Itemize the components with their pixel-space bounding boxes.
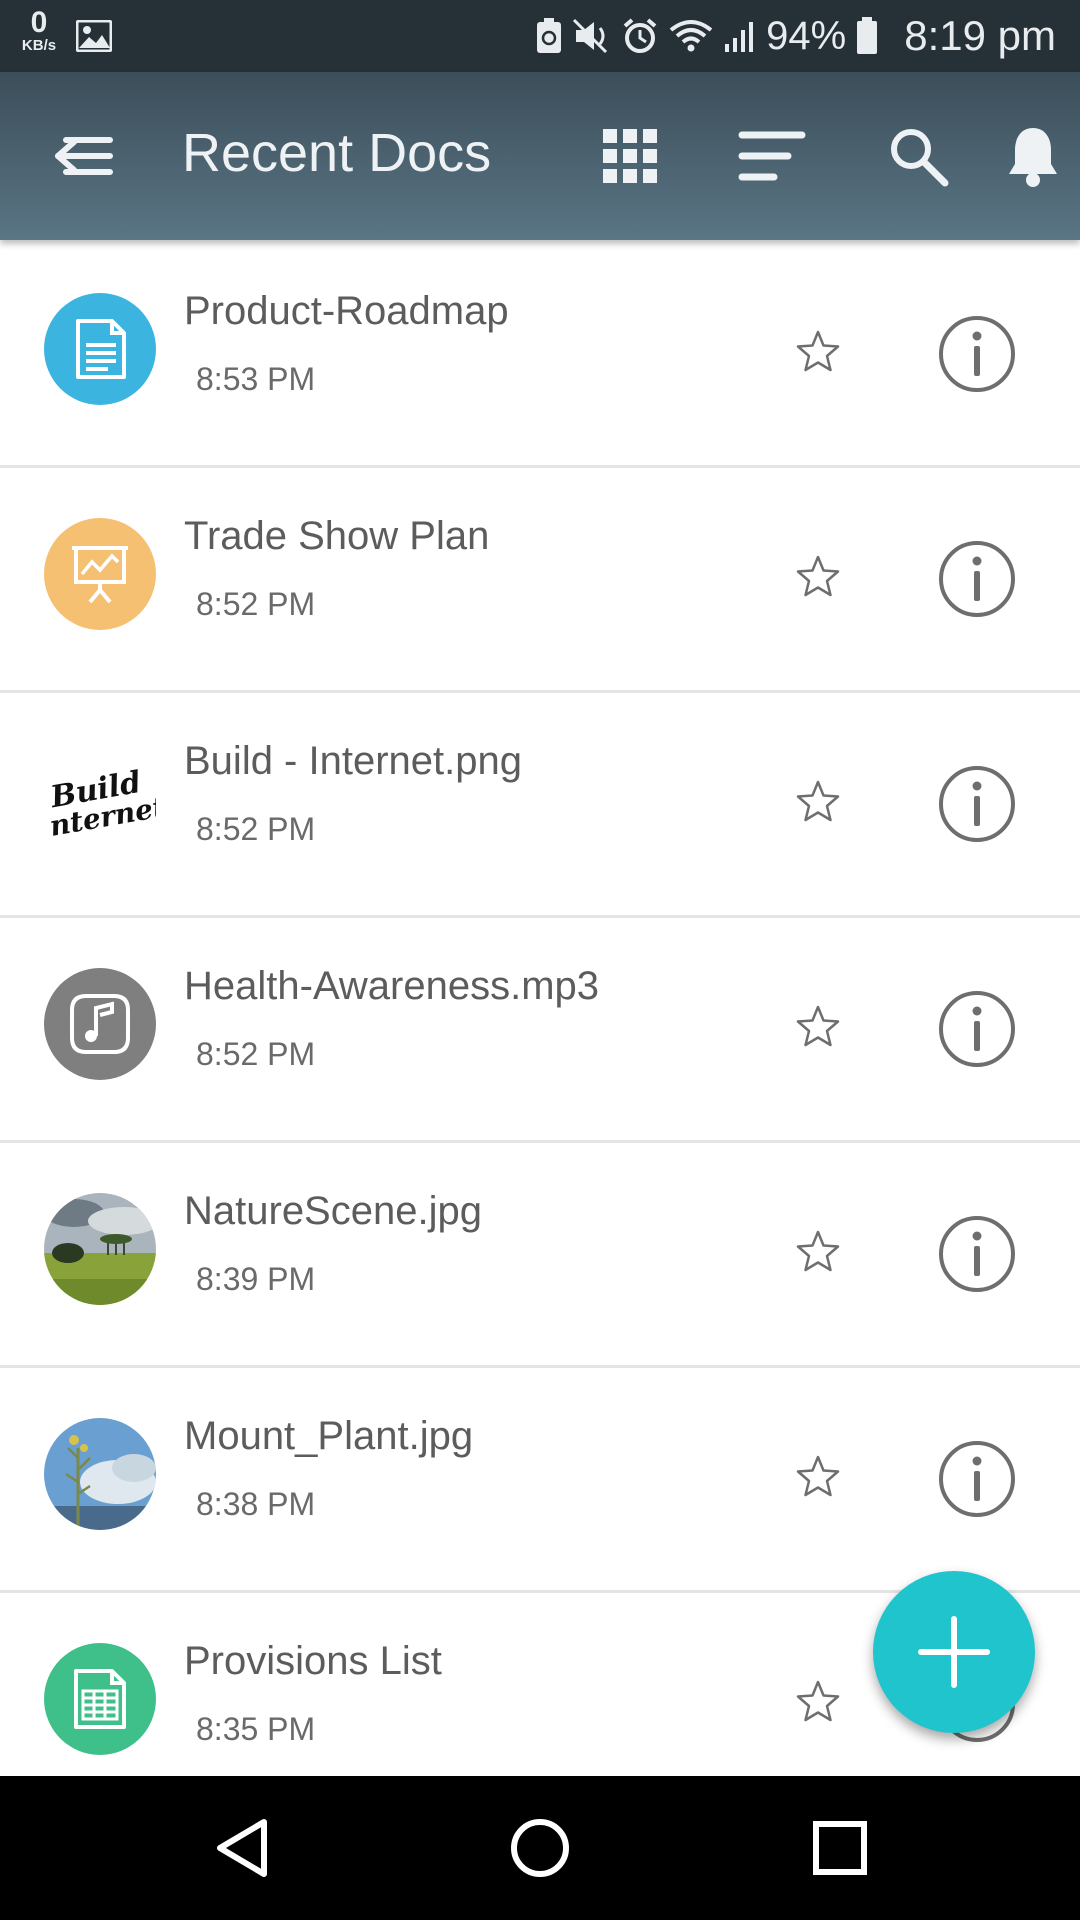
clock: 8:19 pm <box>904 12 1056 59</box>
spreadsheet-icon <box>44 1643 156 1755</box>
doc-name: Health-Awareness.mp3 <box>184 964 600 1008</box>
photo-thumbnail <box>44 1418 156 1530</box>
sort-icon <box>738 131 806 181</box>
info-icon <box>939 316 1015 392</box>
sort-button[interactable] <box>738 122 806 190</box>
grid-view-button[interactable] <box>596 122 664 190</box>
plus-icon <box>918 1616 990 1688</box>
network-speed-unit: KB/s <box>21 37 57 54</box>
list-item[interactable]: Health-Awareness.mp3 8:52 PM <box>0 918 1080 1143</box>
doc-name: Product-Roadmap <box>184 289 509 333</box>
list-item[interactable]: Mount_Plant.jpg 8:38 PM <box>0 1368 1080 1593</box>
doc-name: Provisions List <box>184 1639 442 1683</box>
info-icon <box>939 1441 1015 1517</box>
star-icon <box>796 1455 840 1497</box>
system-nav-bar <box>0 1776 1080 1920</box>
recycle-icon <box>537 18 562 53</box>
recents-square-icon <box>813 1821 867 1875</box>
star-icon <box>796 780 840 822</box>
menu-back-button[interactable] <box>48 126 118 186</box>
info-icon <box>939 1216 1015 1292</box>
info-button[interactable] <box>936 763 1018 845</box>
star-icon <box>796 1680 840 1722</box>
doc-time: 8:52 PM <box>196 811 316 847</box>
image-thumbnail: Build nternet <box>44 743 156 855</box>
favorite-star-button[interactable] <box>790 1448 846 1504</box>
status-bar: 0 KB/s 94% 8:19 pm <box>0 0 1080 72</box>
search-button[interactable] <box>884 122 952 190</box>
list-item[interactable]: Build nternet Build - Internet.png 8:52 … <box>0 693 1080 918</box>
doc-time: 8:52 PM <box>196 1036 316 1072</box>
music-icon <box>44 968 156 1080</box>
photo-thumbnail <box>44 1193 156 1305</box>
info-button[interactable] <box>936 1438 1018 1520</box>
doc-time: 8:39 PM <box>196 1261 316 1297</box>
back-button[interactable] <box>206 1812 278 1884</box>
menu-arrow-icon <box>55 137 113 175</box>
network-speed: 0 KB/s <box>16 6 62 54</box>
star-icon <box>796 330 840 372</box>
favorite-star-button[interactable] <box>790 1673 846 1729</box>
network-speed-value: 0 <box>30 6 48 39</box>
doc-name: Build - Internet.png <box>184 739 522 783</box>
add-document-button[interactable] <box>873 1571 1035 1733</box>
list-item[interactable]: Product-Roadmap 8:53 PM <box>0 243 1080 468</box>
battery-percentage: 94% <box>766 13 847 58</box>
recents-button[interactable] <box>804 1812 876 1884</box>
page-title: Recent Docs <box>182 123 492 183</box>
signal-icon <box>725 22 754 52</box>
star-icon <box>796 1005 840 1047</box>
favorite-star-button[interactable] <box>790 323 846 379</box>
document-icon <box>44 293 156 405</box>
info-button[interactable] <box>936 988 1018 1070</box>
favorite-star-button[interactable] <box>790 998 846 1054</box>
list-item[interactable]: Trade Show Plan 8:52 PM <box>0 468 1080 693</box>
info-button[interactable] <box>936 313 1018 395</box>
back-triangle-icon <box>217 1819 267 1877</box>
info-button[interactable] <box>936 1213 1018 1295</box>
star-icon <box>796 1230 840 1272</box>
list-item[interactable]: NatureScene.jpg 8:39 PM <box>0 1143 1080 1368</box>
alarm-icon <box>623 18 657 53</box>
mute-icon <box>573 18 608 54</box>
info-icon <box>939 766 1015 842</box>
battery-icon <box>857 17 878 54</box>
doc-name: NatureScene.jpg <box>184 1189 482 1233</box>
doc-time: 8:52 PM <box>196 586 316 622</box>
status-icons: 94% 8:19 pm <box>536 0 1056 72</box>
star-icon <box>796 555 840 597</box>
bell-icon <box>1009 128 1057 187</box>
grid-icon <box>603 129 657 183</box>
doc-time: 8:53 PM <box>196 361 316 397</box>
doc-time: 8:35 PM <box>196 1711 316 1747</box>
notifications-button[interactable] <box>999 122 1067 190</box>
gallery-icon <box>76 20 112 52</box>
doc-name: Mount_Plant.jpg <box>184 1414 474 1458</box>
info-icon <box>939 991 1015 1067</box>
favorite-star-button[interactable] <box>790 548 846 604</box>
info-icon <box>939 541 1015 617</box>
presentation-icon <box>44 518 156 630</box>
doc-time: 8:38 PM <box>196 1486 316 1522</box>
favorite-star-button[interactable] <box>790 1223 846 1279</box>
doc-name: Trade Show Plan <box>184 514 490 558</box>
search-icon <box>891 129 949 187</box>
app-bar: Recent Docs <box>0 72 1080 240</box>
screen: 0 KB/s 94% 8:19 pm Recent Docs Product-R… <box>0 0 1080 1920</box>
info-button[interactable] <box>936 538 1018 620</box>
wifi-icon <box>669 20 713 52</box>
home-circle-icon <box>511 1819 569 1877</box>
home-button[interactable] <box>504 1812 576 1884</box>
favorite-star-button[interactable] <box>790 773 846 829</box>
